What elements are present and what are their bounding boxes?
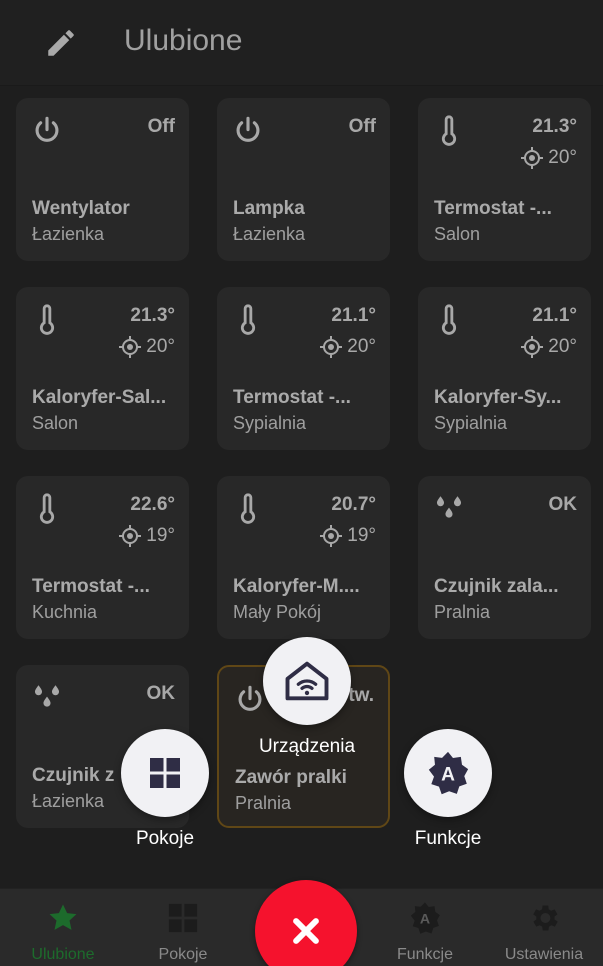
nav-rooms[interactable]: Pokoje — [128, 889, 238, 966]
gear-icon — [533, 905, 558, 931]
fab-rooms-button[interactable] — [121, 729, 209, 817]
fab-rooms-label: Pokoje — [135, 828, 195, 849]
function-badge-icon: A — [410, 902, 440, 934]
nav-functions-label: Funkcje — [396, 946, 454, 963]
nav-favorites[interactable]: Ulubione — [8, 889, 118, 966]
nav-functions[interactable]: A Funkcje — [370, 889, 480, 966]
fab-functions-button[interactable]: A — [404, 729, 492, 817]
fab-functions[interactable]: A Funkcje — [383, 729, 513, 850]
grid-icon — [168, 903, 198, 933]
nav-settings-label: Ustawienia — [504, 946, 584, 963]
nav-rooms-label: Pokoje — [158, 946, 208, 963]
nav-favorites-label: Ulubione — [31, 946, 95, 963]
close-icon — [293, 918, 319, 944]
fab-devices-label: Urządzenia — [258, 736, 356, 757]
grid-icon — [150, 758, 180, 788]
star-icon — [49, 904, 77, 930]
fab-functions-label: Funkcje — [414, 828, 482, 849]
nav-settings[interactable]: Ustawienia — [489, 889, 599, 966]
smart-home-wifi-icon — [285, 661, 329, 701]
svg-text:A: A — [441, 765, 455, 786]
fab-devices[interactable]: Urządzenia — [242, 637, 372, 758]
fab-devices-button[interactable] — [263, 637, 351, 725]
fab-rooms[interactable]: Pokoje — [100, 729, 230, 850]
function-badge-icon: A — [428, 751, 469, 795]
svg-text:A: A — [420, 912, 430, 928]
